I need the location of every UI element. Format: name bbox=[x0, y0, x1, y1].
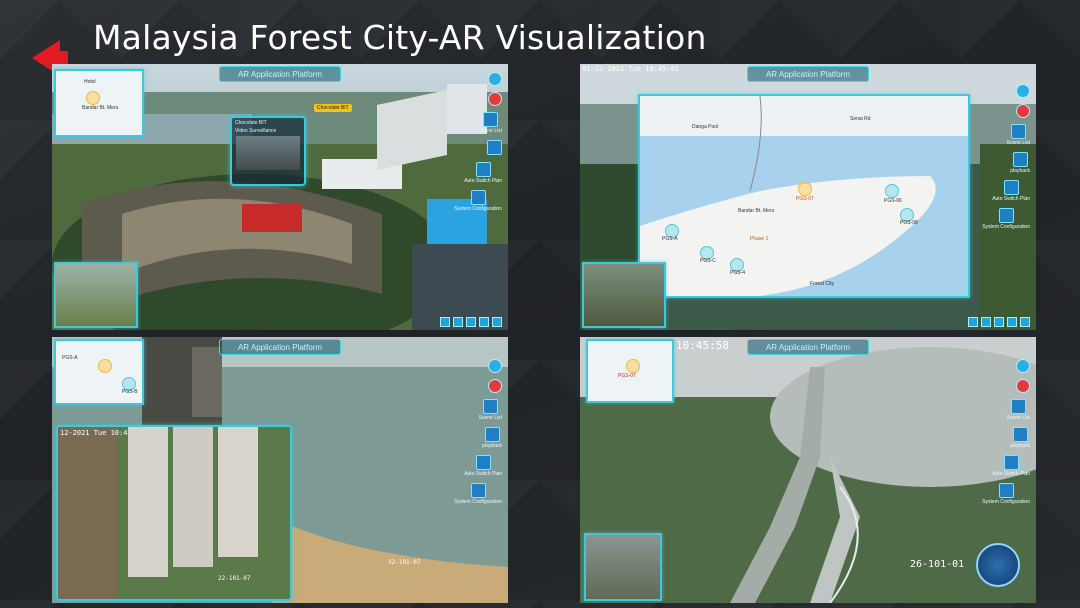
side-toolbar: Scene List playback Auto Switch Plan Sys… bbox=[982, 84, 1030, 230]
close-icon[interactable] bbox=[1016, 379, 1030, 393]
video-popup[interactable]: Chocolate BIT Video Surveillance bbox=[230, 116, 306, 186]
map-marker[interactable] bbox=[98, 359, 112, 373]
popup-title: Chocolate BIT bbox=[235, 120, 267, 126]
side-toolbar: Scene List playback Auto Switch Plan Sys… bbox=[454, 359, 502, 505]
map-label: PGS-B bbox=[122, 389, 138, 395]
camera-label: 22-101-07 bbox=[218, 575, 251, 582]
switch-icon bbox=[475, 162, 491, 177]
map-label: Hotel bbox=[84, 79, 96, 85]
playback-icon bbox=[484, 427, 500, 442]
screenshot-panel-4[interactable]: 10:45:58 AR Application Platform PGS-07 … bbox=[580, 337, 1036, 603]
bottom-toolbar[interactable] bbox=[968, 317, 1030, 327]
system-config-button[interactable]: System Configuration bbox=[982, 208, 1030, 230]
list-icon bbox=[1010, 124, 1026, 139]
list-icon bbox=[482, 399, 498, 414]
map-marker[interactable] bbox=[626, 359, 640, 373]
map-marker[interactable] bbox=[798, 182, 812, 196]
compass-icon[interactable] bbox=[976, 543, 1020, 587]
map-label: PGS-07 bbox=[796, 196, 814, 202]
auto-switch-button[interactable]: Auto Switch Plan bbox=[464, 162, 502, 184]
playback-button[interactable]: playback bbox=[1010, 152, 1030, 174]
video-popup[interactable]: 12-2021 Tue 10:4 22-101-07 bbox=[56, 425, 292, 601]
scene-list-button[interactable]: Scene List bbox=[1007, 124, 1030, 146]
screenshot-panel-1[interactable]: AR Application Platform Bandar Bt. Meru … bbox=[52, 64, 508, 330]
map-label: PGS-C bbox=[700, 258, 716, 264]
close-icon[interactable] bbox=[1016, 104, 1030, 118]
map-marker[interactable] bbox=[885, 184, 899, 198]
camera-label: 32-101-07 bbox=[388, 559, 421, 566]
close-icon[interactable] bbox=[488, 379, 502, 393]
auto-switch-button[interactable]: Auto Switch Plan bbox=[992, 180, 1030, 202]
playback-icon bbox=[487, 140, 502, 155]
gear-icon bbox=[998, 208, 1014, 223]
map-label: PGS-06 bbox=[884, 198, 902, 204]
video-feed bbox=[236, 136, 300, 170]
map-label: Phase 1 bbox=[750, 236, 769, 242]
poi-tag[interactable]: Chocolate BIT bbox=[314, 104, 352, 112]
bottom-toolbar[interactable] bbox=[440, 317, 502, 327]
mini-map[interactable]: Bandar Bt. Meru Hotel bbox=[54, 69, 144, 137]
side-toolbar: Scene List playback Auto Switch Plan Sys… bbox=[982, 359, 1030, 505]
playback-button[interactable] bbox=[487, 140, 502, 156]
list-icon bbox=[1010, 399, 1026, 414]
map-label: Bandar Bt. Meru bbox=[82, 105, 119, 111]
map-label: PGS-08 bbox=[900, 220, 918, 226]
playback-icon bbox=[1012, 152, 1028, 167]
playback-button[interactable]: playback bbox=[1010, 427, 1030, 449]
platform-header: AR Application Platform bbox=[219, 66, 341, 82]
switch-icon bbox=[475, 455, 491, 470]
map-label: PGS-4 bbox=[730, 270, 746, 276]
home-icon[interactable] bbox=[1016, 359, 1030, 373]
scene-list-button[interactable]: Scene List bbox=[479, 399, 502, 421]
popup-subtitle: Video Surveillance bbox=[235, 128, 277, 134]
system-config-button[interactable]: System Configuration bbox=[982, 483, 1030, 505]
map-label: Forest City bbox=[810, 281, 835, 287]
close-icon[interactable] bbox=[488, 92, 502, 106]
slide-title: Malaysia Forest City-AR Visualization bbox=[93, 18, 707, 57]
mini-map[interactable]: PGS-A PGS-B bbox=[54, 339, 144, 405]
gear-icon bbox=[470, 483, 486, 498]
platform-header: AR Application Platform bbox=[747, 339, 869, 355]
camera-thumbnail[interactable] bbox=[54, 262, 138, 328]
camera-thumbnail[interactable] bbox=[582, 262, 666, 328]
camera-timestamp: 10:45:58 bbox=[676, 339, 729, 352]
map-marker[interactable] bbox=[86, 91, 100, 105]
home-icon[interactable] bbox=[488, 359, 502, 373]
system-config-button[interactable]: System Configuration bbox=[454, 190, 502, 212]
platform-header: AR Application Platform bbox=[219, 339, 341, 355]
auto-switch-button[interactable]: Auto Switch Plan bbox=[992, 455, 1030, 477]
map-label: PGS-07 bbox=[618, 373, 636, 379]
playback-button[interactable]: playback bbox=[482, 427, 502, 449]
scene-list-button[interactable]: Scene List bbox=[479, 112, 502, 134]
platform-header: AR Application Platform bbox=[747, 66, 869, 82]
home-icon[interactable] bbox=[1016, 84, 1030, 98]
expanded-map[interactable]: Danga Pool Bandar Bt. Meru PGS-07 PGS-06… bbox=[638, 94, 970, 298]
screenshot-panel-3[interactable]: AR Application Platform PGS-A PGS-B 12-2… bbox=[52, 337, 508, 603]
camera-thumbnail[interactable] bbox=[584, 533, 662, 601]
camera-timestamp: 01-12-2021 Tue 10:45:42 bbox=[582, 65, 679, 73]
map-label: Senai Rd bbox=[850, 116, 871, 122]
side-toolbar: Scene List Auto Switch Plan System Confi… bbox=[454, 72, 502, 212]
system-config-button[interactable]: System Configuration bbox=[454, 483, 502, 505]
switch-icon bbox=[1003, 180, 1019, 195]
scene-list-button[interactable]: Scene List bbox=[1007, 399, 1030, 421]
playback-icon bbox=[1012, 427, 1028, 442]
residential-towers-feed bbox=[58, 427, 290, 599]
gear-icon bbox=[470, 190, 486, 205]
screenshot-panel-2[interactable]: 01-12-2021 Tue 10:45:42 AR Application P… bbox=[580, 64, 1036, 330]
map-label: PGS-A bbox=[62, 355, 78, 361]
mini-map[interactable]: PGS-07 bbox=[586, 339, 674, 403]
map-label: Bandar Bt. Meru bbox=[738, 208, 775, 214]
camera-timestamp: 12-2021 Tue 10:4 bbox=[60, 429, 128, 437]
home-icon[interactable] bbox=[488, 72, 502, 86]
list-icon bbox=[482, 112, 498, 127]
map-label: PGS-A bbox=[662, 236, 678, 242]
map-label: Danga Pool bbox=[692, 124, 719, 130]
switch-icon bbox=[1003, 455, 1019, 470]
camera-label: 26-101-01 bbox=[910, 559, 965, 570]
gear-icon bbox=[998, 483, 1014, 498]
auto-switch-button[interactable]: Auto Switch Plan bbox=[464, 455, 502, 477]
